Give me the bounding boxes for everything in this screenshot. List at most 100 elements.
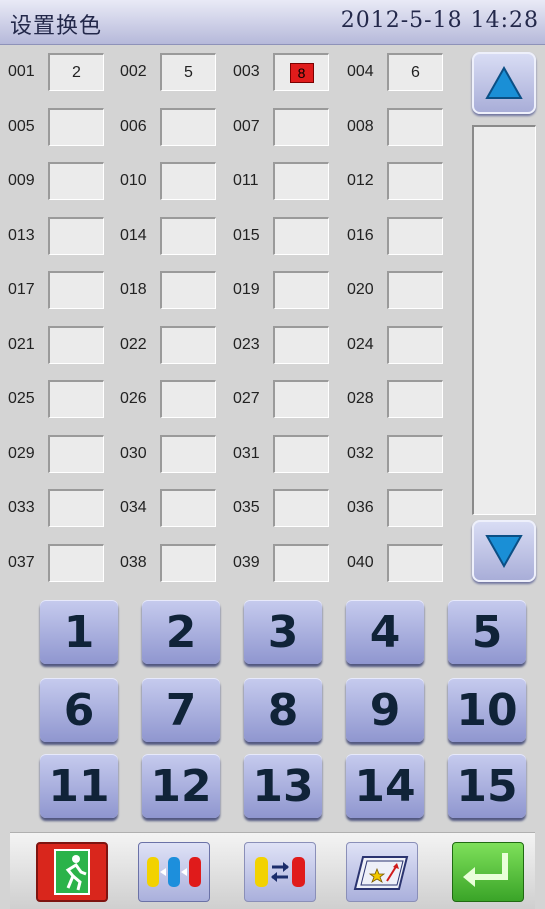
slot-label: 005: [8, 117, 35, 135]
slot-value-field[interactable]: [387, 325, 443, 364]
needle-key-11[interactable]: 11: [40, 754, 118, 818]
slot-label: 020: [347, 281, 374, 298]
slot-value-field[interactable]: [273, 325, 329, 364]
slot-value-field[interactable]: [160, 380, 216, 418]
slot-value-field[interactable]: [160, 325, 216, 364]
needle-key-6[interactable]: 6: [40, 678, 118, 742]
page-title: 设置换色: [10, 14, 103, 39]
slot-label: 038: [120, 553, 147, 571]
slot-value-field[interactable]: [273, 543, 329, 582]
slot-value-field[interactable]: [387, 216, 443, 255]
slot-value-field[interactable]: [387, 107, 443, 146]
slot-label: 019: [233, 281, 260, 298]
slot-label: 028: [347, 390, 374, 407]
slot-value-field[interactable]: [387, 162, 443, 200]
slot-value-field[interactable]: 5: [160, 53, 216, 91]
slot-label: 024: [347, 335, 374, 353]
spools-icon: [147, 857, 201, 887]
slot-value-field[interactable]: [387, 271, 443, 309]
slot-label: 017: [8, 281, 35, 298]
slot-value-field[interactable]: [273, 380, 329, 418]
slot-value-field[interactable]: [48, 162, 104, 200]
slot-value-field[interactable]: [48, 380, 104, 418]
scroll-up-button[interactable]: [472, 52, 536, 114]
slot-label: 006: [120, 117, 147, 135]
pattern-icon: [353, 856, 409, 890]
needle-key-12[interactable]: 12: [142, 754, 220, 818]
slot-label: 014: [120, 226, 147, 244]
slot-value-field[interactable]: [160, 216, 216, 255]
needle-key-1[interactable]: 1: [40, 600, 118, 664]
needle-key-2[interactable]: 2: [142, 600, 220, 664]
slot-value-field[interactable]: [48, 216, 104, 255]
slot-value-field[interactable]: [48, 543, 104, 582]
slot-value-field[interactable]: [387, 380, 443, 418]
slot-value-field[interactable]: [273, 434, 329, 473]
slot-value-field[interactable]: 2: [48, 53, 104, 91]
needle-key-7[interactable]: 7: [142, 678, 220, 742]
slot-value-field[interactable]: [48, 489, 104, 527]
slot-label: 013: [8, 226, 35, 244]
slot-value-field[interactable]: [48, 107, 104, 146]
slot-label: 036: [347, 499, 374, 516]
slot-label: 034: [120, 499, 147, 516]
slot-label: 008: [347, 117, 374, 135]
slot-value-highlighted: 8: [289, 62, 314, 83]
slot-value-field[interactable]: [273, 162, 329, 200]
slot-value-field[interactable]: 8: [273, 53, 329, 91]
needle-key-8[interactable]: 8: [244, 678, 322, 742]
slot-label: 007: [233, 117, 260, 135]
slot-value-field[interactable]: [160, 434, 216, 473]
slot-label: 027: [233, 390, 260, 407]
slot-label: 018: [120, 281, 147, 298]
scroll-down-button[interactable]: [472, 520, 536, 582]
slot-label: 032: [347, 444, 374, 462]
slot-value-field[interactable]: [160, 162, 216, 200]
slot-label: 004: [347, 63, 374, 80]
needle-key-3[interactable]: 3: [244, 600, 322, 664]
date-time: 2012-5-18 14:28: [340, 8, 539, 33]
slot-label: 010: [120, 172, 147, 189]
color-slot-grid: 001 2 002 5 003 8 004 6 005 006 007 008 009 010 011 012…: [0, 44, 470, 592]
slot-value-field[interactable]: [48, 325, 104, 364]
needle-key-15[interactable]: 15: [448, 754, 526, 818]
slot-label: 002: [120, 63, 147, 80]
slot-label: 001: [8, 63, 35, 80]
slot-value-field[interactable]: [160, 107, 216, 146]
slot-value-field[interactable]: [387, 489, 443, 527]
slot-value-field[interactable]: [273, 107, 329, 146]
slot-label: 003: [233, 63, 260, 80]
swap-spools-icon: [255, 857, 305, 887]
needle-key-5[interactable]: 5: [448, 600, 526, 664]
slot-label: 012: [347, 172, 374, 189]
exit-button[interactable]: [36, 842, 108, 902]
color-change-mode-button[interactable]: [138, 842, 210, 902]
slot-value-field[interactable]: [48, 434, 104, 473]
confirm-button[interactable]: [452, 842, 524, 902]
slot-value-field[interactable]: [273, 216, 329, 255]
slot-value-field[interactable]: [273, 489, 329, 527]
slot-value-field[interactable]: [160, 271, 216, 309]
slot-label: 023: [233, 335, 260, 353]
pattern-button[interactable]: [346, 842, 418, 902]
needle-key-9[interactable]: 9: [346, 678, 424, 742]
exit-icon: [54, 849, 90, 895]
slot-value-field[interactable]: [160, 489, 216, 527]
slot-label: 016: [347, 226, 374, 244]
needle-key-13[interactable]: 13: [244, 754, 322, 818]
needle-key-14[interactable]: 14: [346, 754, 424, 818]
slot-value-field[interactable]: [387, 543, 443, 582]
needle-key-10[interactable]: 10: [448, 678, 526, 742]
scroll-track[interactable]: [472, 125, 536, 515]
slot-label: 039: [233, 553, 260, 571]
slot-value-field[interactable]: 6: [387, 53, 443, 91]
slot-value-field[interactable]: [160, 543, 216, 582]
slot-value-field[interactable]: [387, 434, 443, 473]
title-bar: 设置换色 2012-5-18 14:28: [0, 0, 545, 45]
slot-label: 011: [233, 172, 259, 189]
swap-color-button[interactable]: [244, 842, 316, 902]
enter-icon: [463, 853, 508, 887]
needle-key-4[interactable]: 4: [346, 600, 424, 664]
slot-value-field[interactable]: [48, 271, 104, 309]
slot-value-field[interactable]: [273, 271, 329, 309]
